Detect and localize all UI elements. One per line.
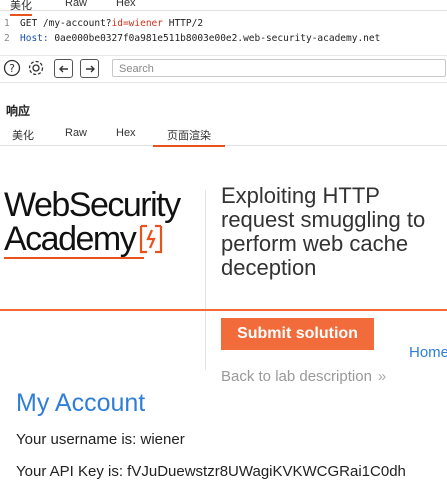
lab-title: Exploiting HTTP request smuggling to per… [221, 183, 426, 280]
svg-text:?: ? [9, 62, 15, 75]
back-to-lab-link[interactable]: Back to lab description » [221, 368, 386, 385]
help-icon[interactable]: ? [3, 59, 21, 77]
logo-underline [4, 257, 144, 259]
response-tabs: 美化 Raw Hex 页面渲染 [0, 125, 447, 147]
request-line-1: GET /my-account?id=wiener HTTP/2 [20, 18, 203, 29]
response-tab-raw[interactable]: Raw [65, 127, 87, 139]
search-input[interactable]: Search [112, 59, 446, 77]
response-tab-pretty[interactable]: 美化 [12, 127, 34, 143]
logo-line-2: Academy [4, 222, 204, 256]
request-method-path: GET /my-account? [20, 18, 112, 29]
line-number: 2 [4, 33, 10, 44]
header-divider [205, 190, 206, 370]
response-title: 响应 [6, 104, 31, 118]
search-toolbar: ? Search [0, 55, 447, 83]
request-editor[interactable]: 1 GET /my-account?id=wiener HTTP/2 2 Hos… [0, 16, 447, 46]
web-security-academy-logo[interactable]: WebSecurity Academy [4, 186, 204, 259]
submit-solution-button[interactable]: Submit solution [221, 318, 374, 350]
api-key-text: Your API Key is: fVJuDuewstzr8UWagiKVKWC… [16, 463, 406, 480]
response-tab-hex[interactable]: Hex [116, 127, 136, 139]
request-query-param: id=wiener [111, 18, 163, 29]
request-protocol: HTTP/2 [163, 18, 204, 29]
tab-hex[interactable]: Hex [116, 0, 136, 9]
page-heading: My Account [16, 389, 146, 417]
request-line-2: Host: 0ae000be0327f0a981e511b8003e00e2.w… [20, 33, 380, 44]
settings-icon[interactable] [27, 59, 45, 77]
back-arrow-icon[interactable] [54, 59, 73, 78]
host-header-value: 0ae000be0327f0a981e511b8003e00e2.web-sec… [48, 33, 381, 44]
host-header-key: Host: [20, 33, 49, 44]
double-chevron-icon: » [377, 368, 387, 385]
tab-raw[interactable]: Raw [65, 0, 87, 9]
logo-line-1: WebSecurity [4, 186, 181, 224]
tab-pretty[interactable]: 美化 [10, 0, 32, 16]
username-text: Your username is: wiener [16, 431, 185, 448]
line-number: 1 [4, 18, 10, 29]
home-link[interactable]: Home [409, 344, 447, 361]
logo-bolt-icon [140, 224, 163, 254]
response-tab-render[interactable]: 页面渲染 [153, 127, 225, 147]
header-rule [0, 309, 447, 311]
request-tabs: 美化 Raw Hex [0, 0, 447, 16]
forward-arrow-icon[interactable] [80, 59, 99, 78]
back-link-label: Back to lab description [221, 368, 372, 385]
